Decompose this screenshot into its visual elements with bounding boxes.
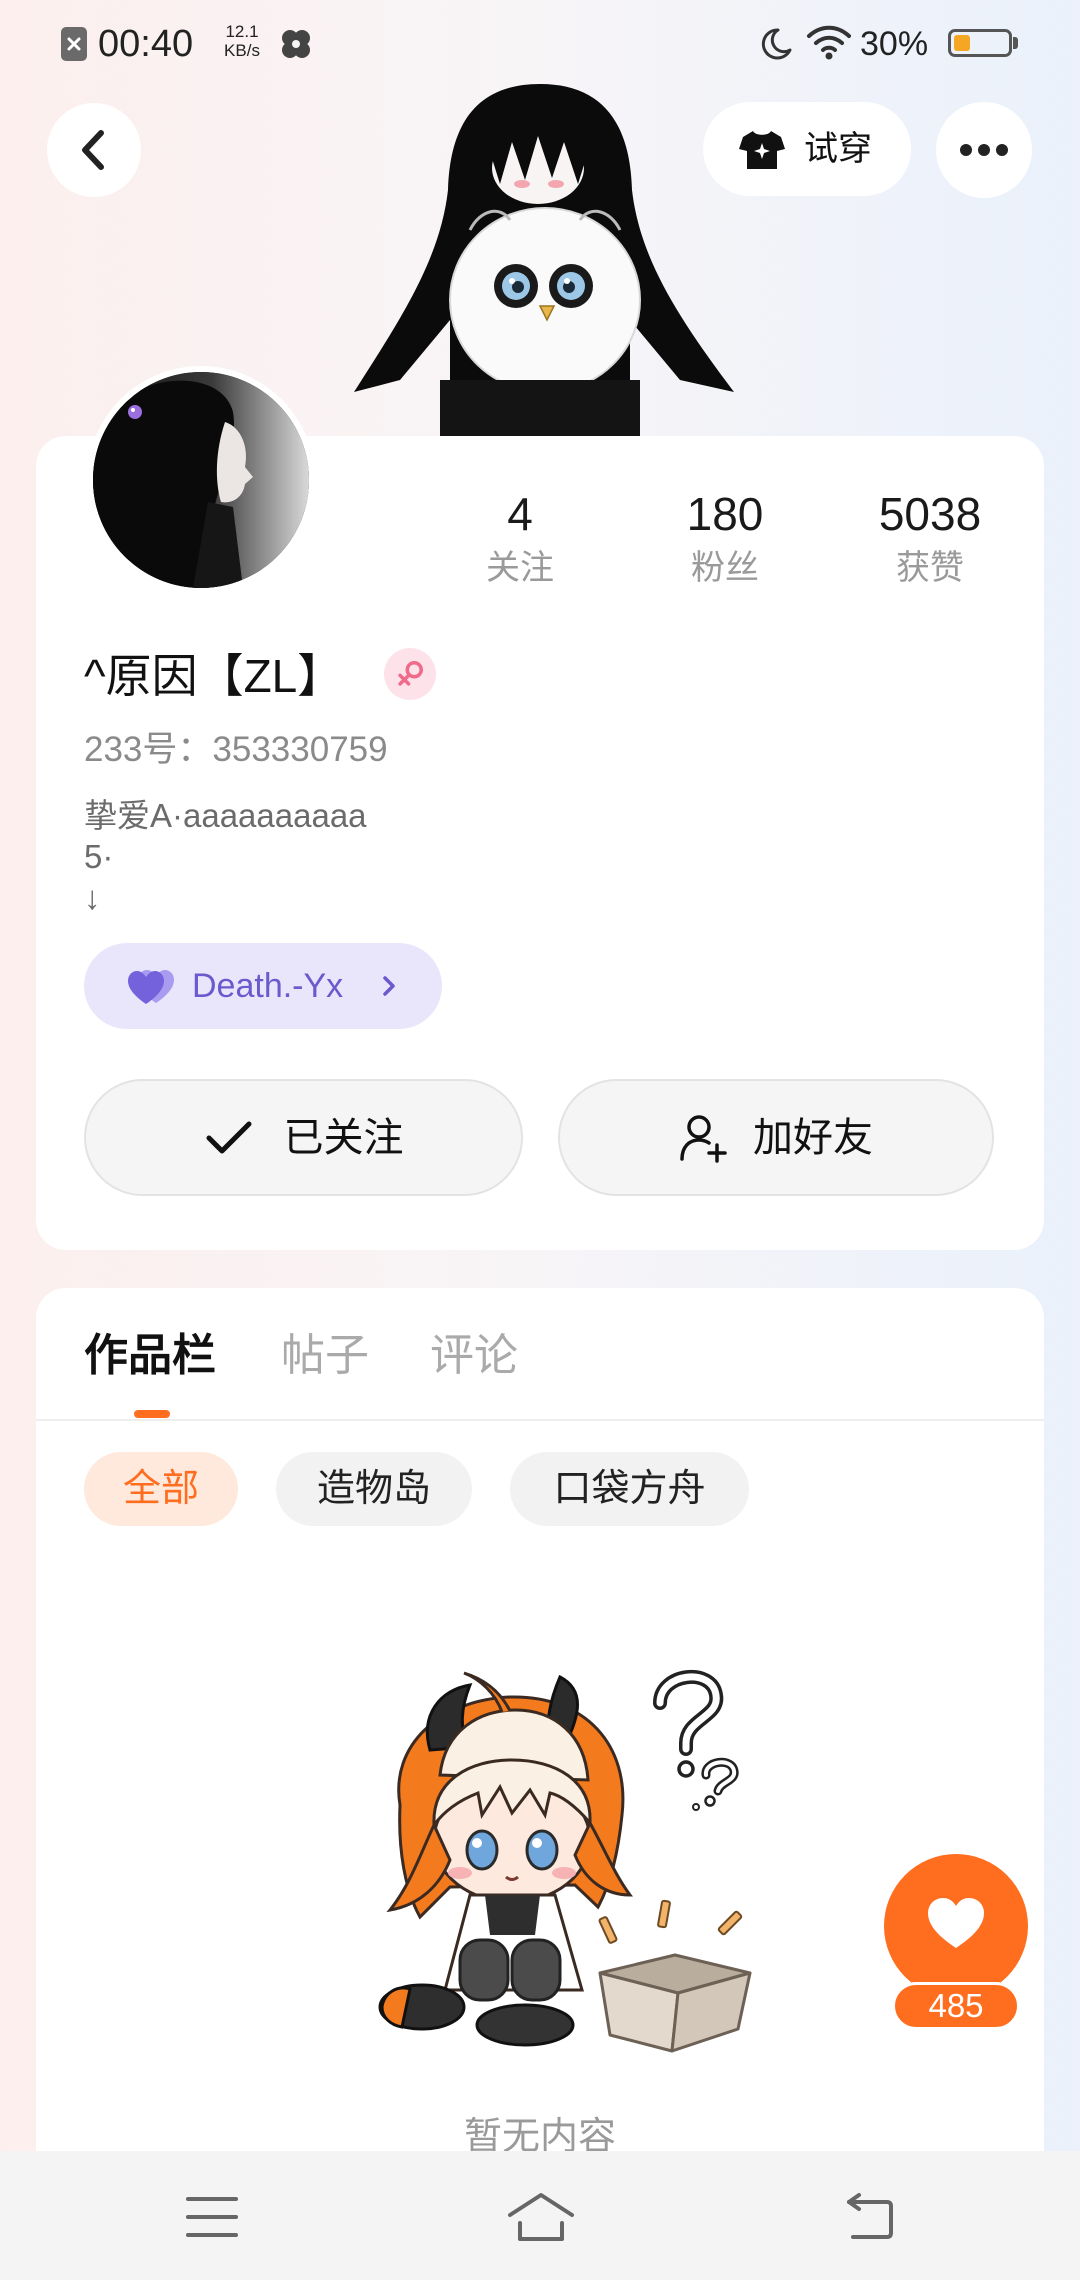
relation-name: Death.-Yx [192, 967, 344, 1005]
try-on-label: 试穿 [804, 130, 872, 168]
stat-likes[interactable]: 5038 获赞 [830, 486, 1030, 588]
avatar[interactable] [87, 366, 315, 594]
status-bar: 00:40 12.1 KB/s 30% [0, 0, 1080, 88]
tab-divider [36, 1419, 1044, 1421]
purple-heart-icon [128, 970, 174, 1004]
followed-button[interactable]: 已关注 [84, 1079, 523, 1196]
net-speed: 12.1 KB/s [218, 22, 266, 60]
more-button[interactable] [936, 102, 1032, 198]
chevron-right-icon [383, 976, 395, 996]
tab-works[interactable]: 作品栏 [84, 1330, 216, 1382]
empty-state-illustration [378, 1669, 752, 2053]
profile-id: 233号：353330759 [84, 730, 388, 769]
battery-icon [948, 29, 1012, 57]
battery-percent: 30% [860, 25, 929, 63]
back-arrow-icon [82, 130, 104, 170]
battery-terminal [1013, 37, 1018, 49]
pinwheel-icon [282, 30, 310, 58]
filter-all[interactable]: 全部 [84, 1452, 238, 1526]
tshirt-icon [739, 131, 785, 169]
add-friend-label: 加好友 [753, 1115, 873, 1160]
stat-following-value: 4 [507, 488, 533, 540]
home-icon[interactable] [506, 2189, 576, 2245]
stat-fans-label: 粉丝 [691, 549, 759, 587]
filter-creation-island[interactable]: 造物岛 [276, 1452, 472, 1526]
moon-icon [761, 28, 792, 60]
try-on-button[interactable]: 试穿 [703, 102, 911, 196]
tab-active-indicator [134, 1410, 170, 1418]
bio-line: 挚爱A·aaaaaaaaaa [84, 797, 367, 834]
bio-line: 5· [84, 838, 114, 875]
system-nav-bar [0, 2151, 1080, 2280]
notification-blocked-icon [61, 27, 87, 61]
net-speed-unit: KB/s [224, 41, 260, 60]
stat-fans-value: 180 [686, 488, 764, 540]
avatar-image [93, 372, 309, 588]
cover-image [354, 84, 734, 440]
stat-following-label: 关注 [486, 549, 554, 587]
stat-likes-value: 5038 [878, 488, 982, 540]
female-symbol-icon [384, 648, 436, 700]
add-friend-button[interactable]: 加好友 [558, 1079, 994, 1196]
relation-pill[interactable]: Death.-Yx [84, 943, 442, 1029]
back-icon[interactable] [843, 2191, 897, 2241]
bio-line: ↓ [84, 879, 101, 916]
followed-label: 已关注 [283, 1115, 404, 1160]
profile-name: ^原因【ZL】 [84, 650, 344, 702]
stat-likes-label: 获赞 [896, 549, 964, 587]
like-count: 485 [892, 1982, 1020, 2030]
profile-bio: 挚爱A·aaaaaaaaaa 5· ↓ [84, 795, 367, 918]
status-time: 00:40 [98, 23, 194, 65]
like-button[interactable] [884, 1854, 1028, 1998]
stat-following[interactable]: 4 关注 [420, 486, 620, 588]
battery-fill [954, 35, 970, 51]
net-speed-value: 12.1 [225, 22, 259, 41]
heart-icon [928, 1898, 984, 1948]
filter-pocket-ark[interactable]: 口袋方舟 [510, 1452, 749, 1526]
stat-fans[interactable]: 180 粉丝 [625, 486, 825, 588]
tab-comments[interactable]: 评论 [430, 1330, 518, 1382]
more-dots-icon [960, 144, 1008, 156]
tab-posts[interactable]: 帖子 [281, 1330, 369, 1382]
menu-icon[interactable] [186, 2195, 238, 2239]
check-icon [206, 1121, 251, 1153]
back-button[interactable] [47, 103, 141, 197]
add-friend-icon [680, 1114, 727, 1163]
wifi-icon [807, 25, 851, 60]
